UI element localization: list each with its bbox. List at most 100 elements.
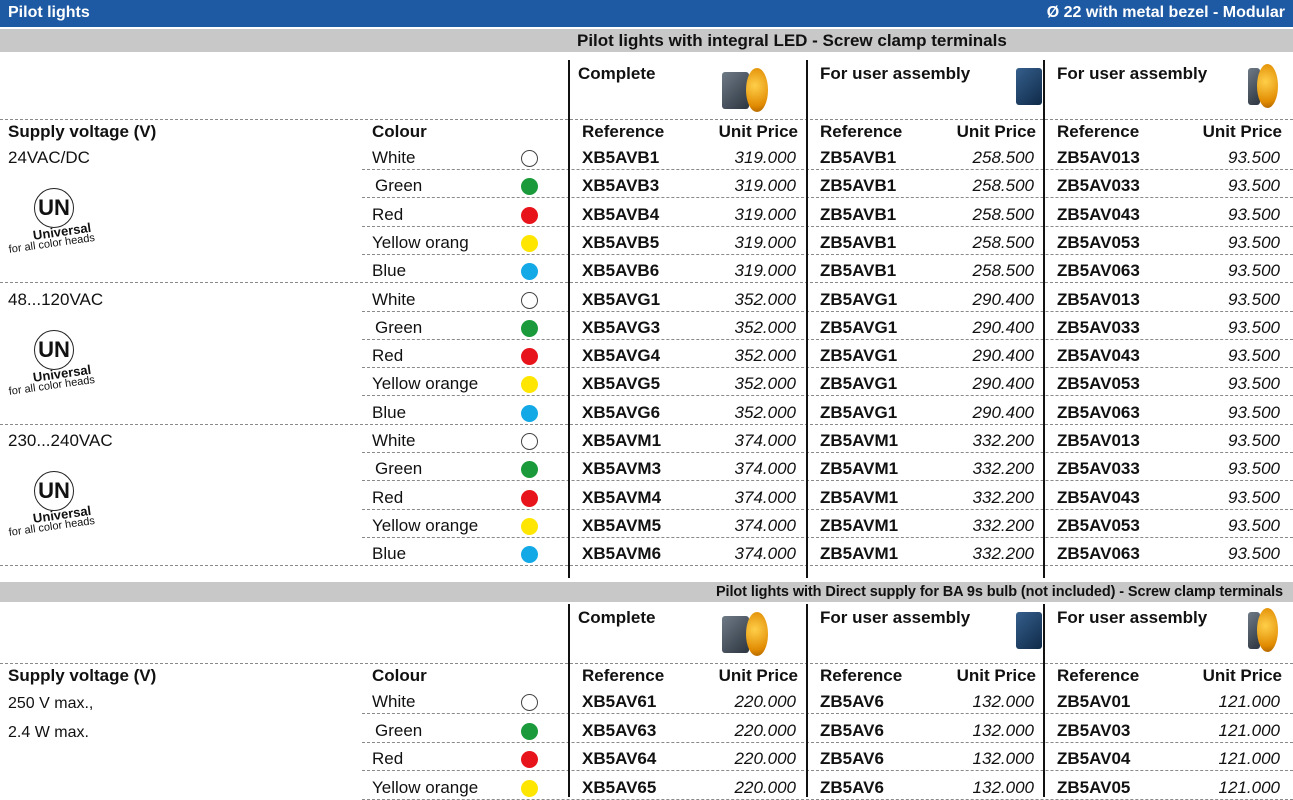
unit-price-body: 332.200	[972, 544, 1034, 563]
reference-head: ZB5AV053	[1057, 233, 1140, 252]
col-header-supply: Supply voltage (V)	[8, 122, 157, 141]
reference-body: ZB5AVG1	[820, 403, 898, 422]
row-colour: White	[372, 692, 416, 711]
row-rule	[362, 509, 1293, 510]
reference-head: ZB5AV043	[1057, 346, 1140, 365]
row-colour: White	[372, 431, 416, 450]
reference-body: ZB5AVB1	[820, 233, 897, 252]
reference-body: ZB5AV6	[820, 721, 884, 740]
reference-head: ZB5AV013	[1057, 290, 1140, 309]
reference-complete: XB5AVM1	[582, 431, 662, 450]
unit-price-head: 93.500	[1228, 516, 1280, 535]
row-rule	[362, 713, 1293, 714]
reference-complete: XB5AVB5	[582, 233, 660, 252]
unit-price-body: 258.500	[972, 148, 1034, 167]
colour-indicator-dot	[521, 235, 538, 252]
col-header-unit-price: Unit Price	[1202, 122, 1282, 141]
col-header-reference: Reference	[582, 666, 665, 685]
column-divider	[806, 604, 808, 797]
unit-price-head: 121.000	[1218, 692, 1280, 711]
row-colour: Yellow orange	[372, 778, 479, 797]
row-colour: Green	[375, 459, 423, 478]
colour-indicator-dot	[521, 405, 538, 422]
unit-price-complete: 374.000	[734, 544, 796, 563]
reference-head: ZB5AV053	[1057, 374, 1140, 393]
unit-price-complete: 220.000	[734, 778, 796, 797]
col-header-unit-price: Unit Price	[956, 666, 1036, 685]
unit-price-complete: 374.000	[734, 459, 796, 478]
col-header-unit-price: Unit Price	[718, 122, 798, 141]
unit-price-complete: 220.000	[734, 721, 796, 740]
group-user-assembly-label: For user assembly	[1057, 64, 1208, 83]
reference-head: ZB5AV063	[1057, 403, 1140, 422]
reference-complete: XB5AV64	[582, 749, 657, 768]
col-header-unit-price: Unit Price	[1202, 666, 1282, 685]
col-header-reference: Reference	[820, 122, 903, 141]
reference-complete: XB5AVM3	[582, 459, 662, 478]
colour-indicator-dot	[521, 292, 538, 309]
reference-complete: XB5AVB4	[582, 205, 660, 224]
row-rule	[362, 395, 1293, 396]
header-rule	[0, 119, 1293, 120]
unit-price-body: 132.000	[972, 778, 1034, 797]
product-image-complete	[722, 612, 768, 656]
unit-price-head: 93.500	[1228, 290, 1280, 309]
colour-indicator-dot	[521, 263, 538, 280]
colour-indicator-dot	[521, 780, 538, 797]
reference-body: ZB5AVM1	[820, 488, 899, 507]
row-rule	[362, 770, 1293, 771]
reference-head: ZB5AV043	[1057, 488, 1140, 507]
row-colour: Red	[372, 749, 404, 768]
colour-indicator-dot	[521, 694, 538, 711]
row-colour: Green	[375, 176, 423, 195]
supply-voltage: 48...120VAC	[8, 289, 104, 309]
colour-indicator-dot	[521, 518, 538, 535]
section2-title-band: Pilot lights with Direct supply for BA 9…	[0, 582, 1293, 602]
reference-body: ZB5AVB1	[820, 205, 897, 224]
row-rule	[362, 226, 1293, 227]
reference-complete: XB5AVG1	[582, 290, 661, 309]
column-divider	[568, 604, 570, 797]
product-image-body	[1016, 608, 1042, 652]
unit-price-head: 93.500	[1228, 374, 1280, 393]
reference-complete: XB5AV61	[582, 692, 657, 711]
unit-price-head: 121.000	[1218, 778, 1280, 797]
unit-price-complete: 352.000	[734, 318, 796, 337]
col-header-reference: Reference	[1057, 122, 1140, 141]
unit-price-head: 93.500	[1228, 233, 1280, 252]
colour-indicator-dot	[521, 751, 538, 768]
row-rule	[362, 367, 1293, 368]
reference-head: ZB5AV063	[1057, 261, 1140, 280]
unit-price-head: 93.500	[1228, 148, 1280, 167]
reference-body: ZB5AVG1	[820, 290, 898, 309]
page-title: Pilot lights	[8, 4, 90, 21]
colour-indicator-dot	[521, 150, 538, 167]
unit-price-head: 93.500	[1228, 261, 1280, 280]
col-header-unit-price: Unit Price	[956, 122, 1036, 141]
reference-head: ZB5AV01	[1057, 692, 1131, 711]
unit-price-body: 258.500	[972, 261, 1034, 280]
unit-price-complete: 352.000	[734, 290, 796, 309]
unit-price-complete: 374.000	[734, 516, 796, 535]
row-rule	[362, 197, 1293, 198]
unit-price-complete: 374.000	[734, 488, 796, 507]
unit-price-complete: 319.000	[734, 205, 796, 224]
colour-indicator-dot	[521, 348, 538, 365]
unit-price-body: 290.400	[972, 290, 1034, 309]
row-colour: Red	[372, 205, 404, 224]
universal-mark-icon: UN	[34, 329, 74, 370]
row-colour: Blue	[372, 403, 407, 422]
group-complete-label: Complete	[578, 608, 656, 627]
reference-complete: XB5AVG6	[582, 403, 661, 422]
unit-price-head: 93.500	[1228, 176, 1280, 195]
colour-indicator-dot	[521, 320, 538, 337]
row-colour: Yellow orang	[372, 233, 469, 252]
column-divider	[568, 60, 570, 578]
reference-body: ZB5AVM1	[820, 544, 899, 563]
colour-indicator-dot	[521, 433, 538, 450]
unit-price-head: 93.500	[1228, 318, 1280, 337]
reference-complete: XB5AV63	[582, 721, 657, 740]
row-colour: Yellow orange	[372, 516, 479, 535]
colour-indicator-dot	[521, 723, 538, 740]
unit-price-head: 93.500	[1228, 431, 1280, 450]
